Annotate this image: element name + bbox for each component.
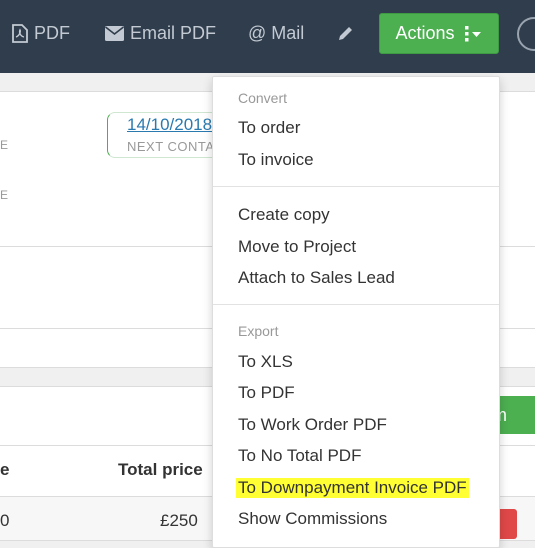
actions-button[interactable]: Actions xyxy=(379,13,499,54)
email-pdf-button[interactable]: Email PDF xyxy=(105,0,216,66)
email-pdf-label: Email PDF xyxy=(130,22,217,43)
menu-item-create-copy[interactable]: Create copy xyxy=(238,205,330,225)
actions-label: Actions xyxy=(395,23,455,43)
menu-item-show-commissions[interactable]: Show Commissions xyxy=(238,509,387,529)
menu-item-to-work-order-pdf[interactable]: To Work Order PDF xyxy=(238,415,387,435)
cell-partial: 0 xyxy=(0,511,10,530)
circle-menu-icon[interactable] xyxy=(517,17,535,51)
next-contact-label: NEXT CONTA xyxy=(127,139,215,154)
menu-divider xyxy=(213,186,499,187)
menu-item-to-downpayment-invoice-pdf[interactable]: To Downpayment Invoice PDF xyxy=(236,478,469,498)
edit-button[interactable] xyxy=(337,0,355,66)
menu-item-to-xls[interactable]: To XLS xyxy=(238,352,293,372)
cut-off-label-2: E xyxy=(0,188,9,202)
mail-label: @ Mail xyxy=(248,22,305,43)
menu-divider-2 xyxy=(213,304,499,305)
menu-item-to-no-total-pdf[interactable]: To No Total PDF xyxy=(238,446,361,466)
export-section-header: Export xyxy=(238,323,279,339)
pencil-icon xyxy=(339,27,352,40)
menu-item-to-invoice[interactable]: To invoice xyxy=(238,150,314,170)
menu-item-to-pdf[interactable]: To PDF xyxy=(238,383,295,403)
menu-item-to-order[interactable]: To order xyxy=(238,118,300,138)
menu-item-move-to-project[interactable]: Move to Project xyxy=(238,237,356,257)
pdf-button[interactable]: PDF xyxy=(12,0,70,66)
mail-button[interactable]: @ Mail xyxy=(248,0,304,66)
more-options-icon xyxy=(464,25,481,41)
pdf-file-icon xyxy=(12,23,28,43)
column-header-partial: e xyxy=(0,460,10,479)
convert-section-header: Convert xyxy=(238,90,288,106)
next-contact-date[interactable]: 14/10/2018 xyxy=(127,115,212,135)
cell-total-price: £250 xyxy=(160,511,198,530)
top-toolbar: PDF Email PDF @ Mail Actions xyxy=(0,0,535,73)
envelope-icon xyxy=(105,25,124,41)
column-header-total-price: Total price xyxy=(118,460,203,479)
cut-off-label: E xyxy=(0,138,9,152)
pdf-label: PDF xyxy=(34,22,70,43)
actions-dropdown-menu: Convert To order To invoice Create copy … xyxy=(212,76,500,548)
menu-item-attach-to-sales-lead[interactable]: Attach to Sales Lead xyxy=(238,268,395,288)
